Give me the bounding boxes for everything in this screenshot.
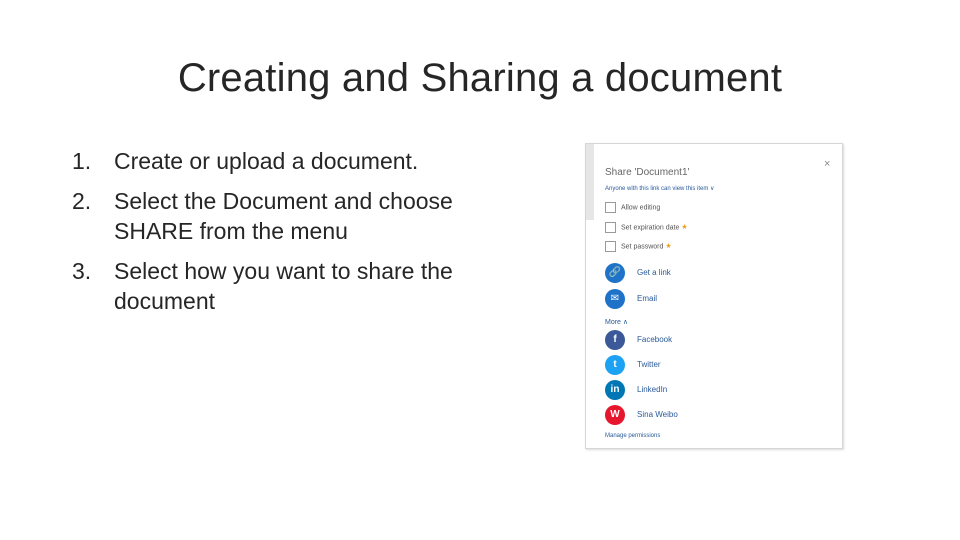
expiration-date-checkbox[interactable]	[605, 222, 616, 233]
option-label: Allow editing	[621, 204, 661, 212]
slide-title: Creating and Sharing a document	[177, 56, 783, 100]
close-icon[interactable]: ×	[824, 158, 830, 170]
dialog-edge	[586, 144, 594, 220]
share-dialog: Share 'Document1' × Anyone with this lin…	[585, 143, 843, 449]
dialog-title: Share 'Document1'	[605, 167, 690, 178]
step-number: 3.	[72, 258, 92, 284]
step-number: 2.	[72, 188, 92, 214]
facebook-icon: f	[605, 330, 625, 350]
link-scope-dropdown[interactable]: Anyone with this link can view this item…	[605, 185, 714, 192]
twitter-label: Twitter	[637, 360, 661, 369]
step-text: Select the Document and choose SHARE fro…	[114, 188, 453, 244]
allow-editing-checkbox[interactable]	[605, 202, 616, 213]
option-label: Set password	[621, 243, 664, 251]
step-number: 1.	[72, 148, 92, 174]
weibo-label: Sina Weibo	[637, 410, 678, 419]
linkedin-label: LinkedIn	[637, 385, 668, 394]
password-checkbox[interactable]	[605, 241, 616, 252]
facebook-label: Facebook	[637, 335, 673, 344]
link-icon: 🔗	[605, 263, 625, 283]
weibo-icon: W	[605, 405, 625, 425]
allow-editing-option: Allow editing	[605, 202, 660, 214]
twitter-icon: t	[605, 355, 625, 375]
step-text: Select how you want to share the documen…	[114, 258, 453, 314]
premium-star-icon: ★	[681, 224, 688, 232]
expiration-date-option: Set expiration date ★	[605, 222, 688, 234]
linkedin-icon: in	[605, 380, 625, 400]
password-option: Set password ★	[605, 241, 672, 253]
manage-permissions-link[interactable]: Manage permissions	[605, 433, 660, 439]
more-toggle[interactable]: More ∧	[605, 318, 628, 326]
step-text: Create or upload a document.	[114, 148, 419, 174]
step-item: 3. Select how you want to share the docu…	[72, 256, 512, 316]
steps-list: 1. Create or upload a document. 2. Selec…	[72, 146, 512, 326]
email-label: Email	[637, 294, 658, 303]
premium-star-icon: ★	[665, 243, 672, 251]
get-link-label: Get a link	[637, 268, 671, 277]
option-label: Set expiration date	[621, 224, 680, 232]
email-icon: ✉	[605, 289, 625, 309]
step-item: 2. Select the Document and choose SHARE …	[72, 186, 512, 246]
step-item: 1. Create or upload a document.	[72, 146, 512, 176]
